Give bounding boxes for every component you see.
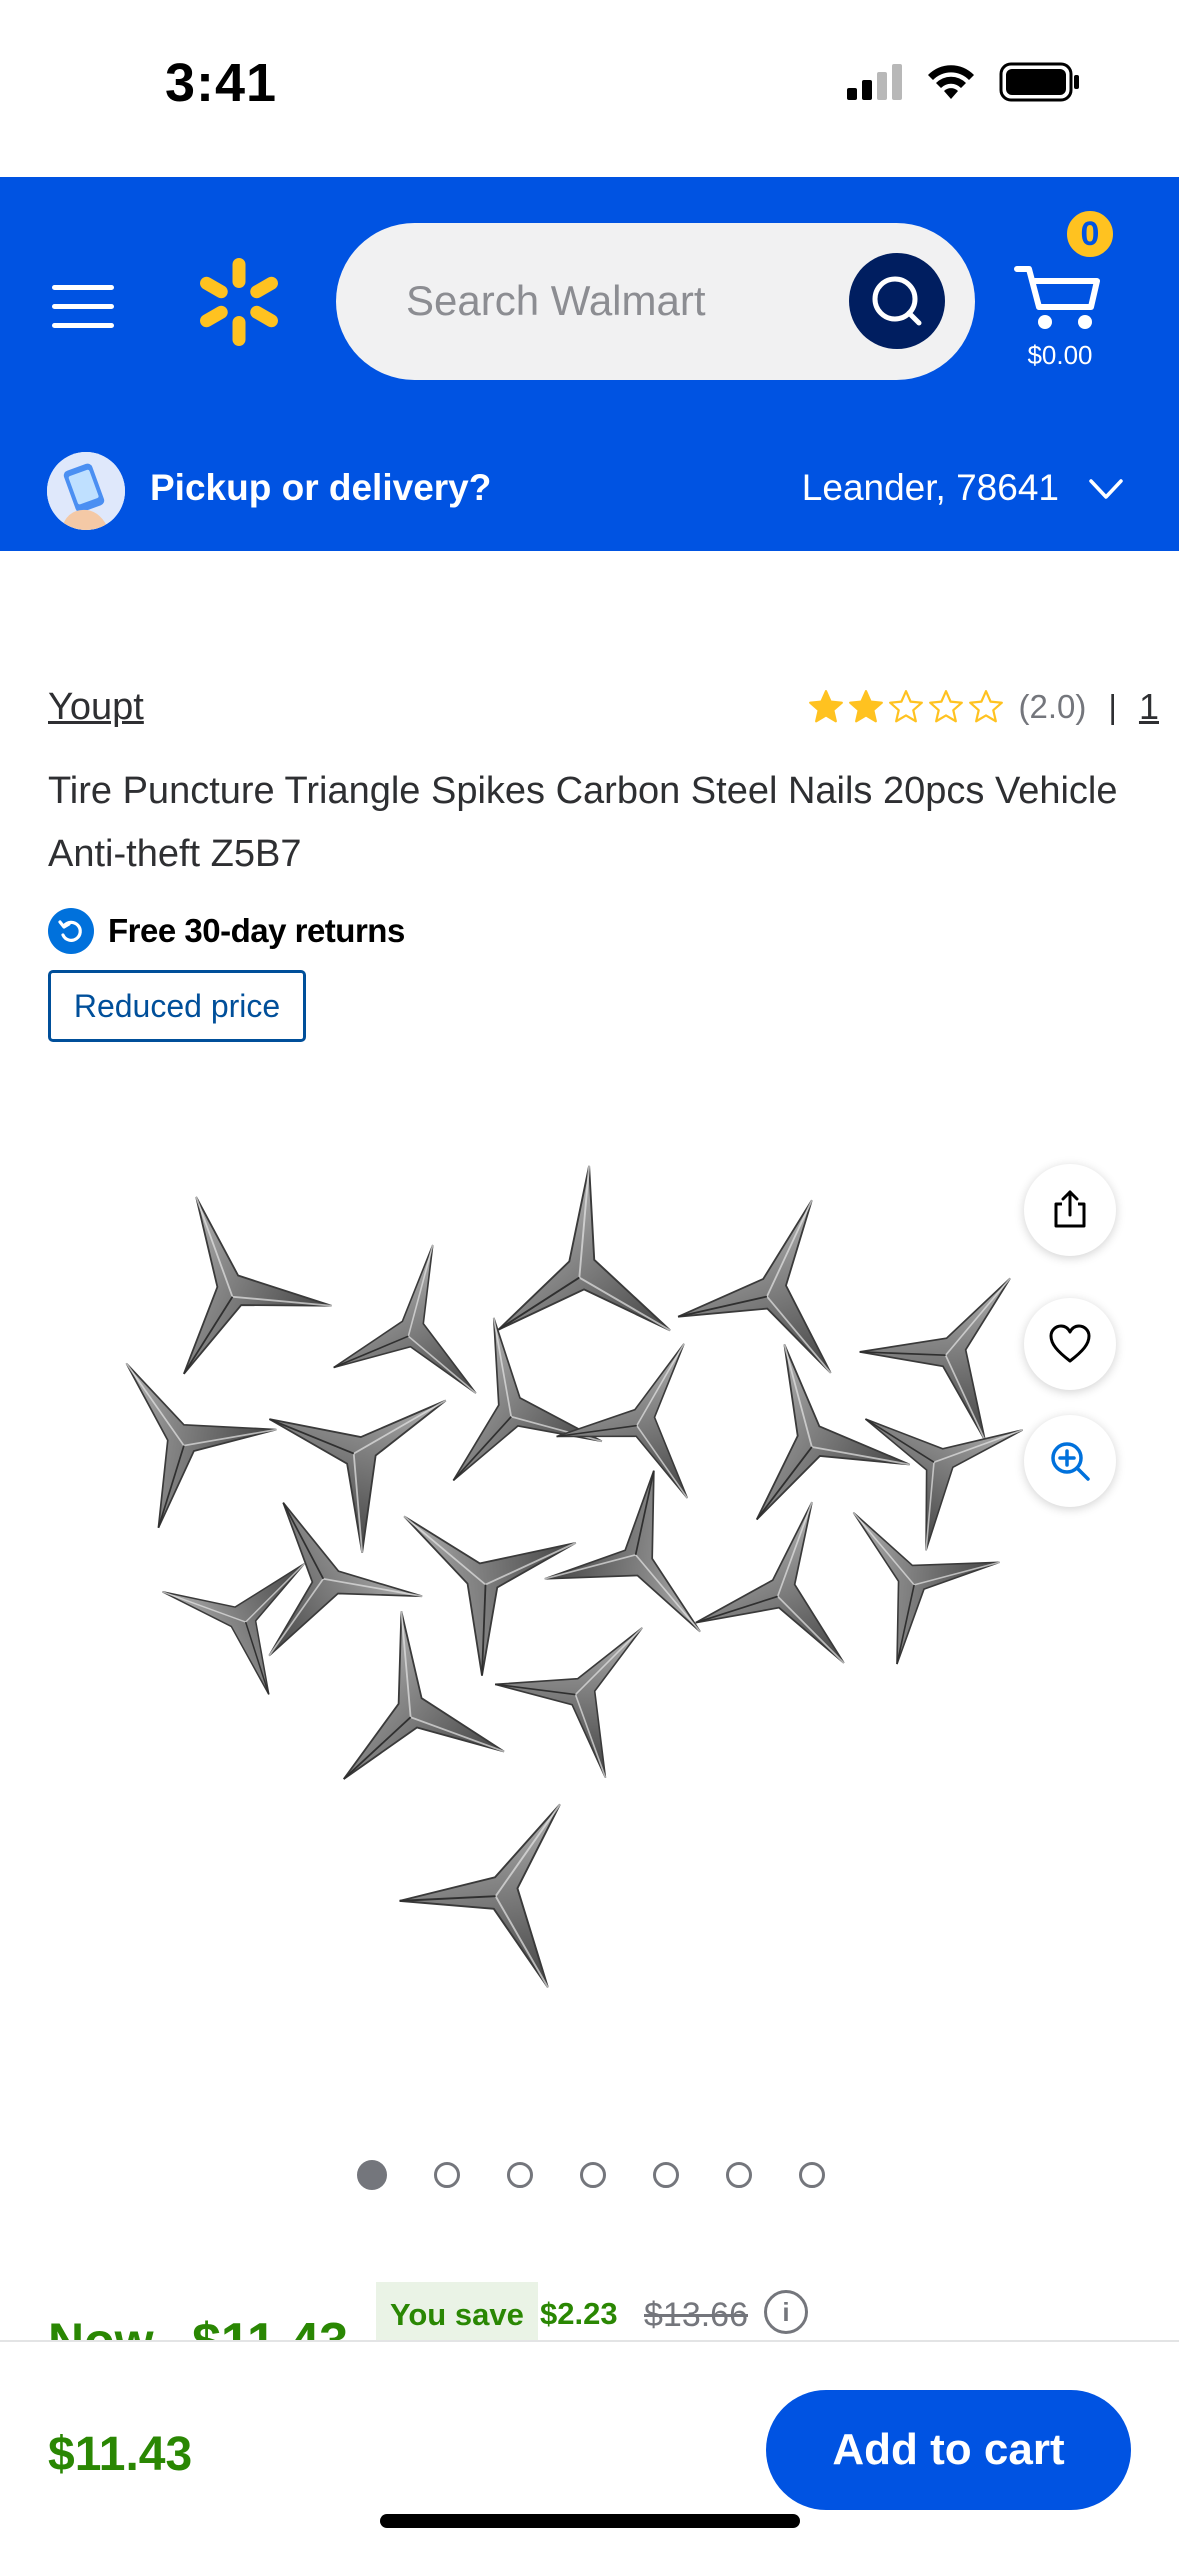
rating-summary[interactable]: (2.0) | 1 xyxy=(807,686,1159,728)
battery-icon xyxy=(999,62,1079,102)
home-indicator[interactable] xyxy=(380,2514,800,2528)
menu-button[interactable] xyxy=(48,277,118,337)
save-amount: $2.23 xyxy=(540,2296,618,2331)
search-icon xyxy=(872,276,922,326)
free-returns-label: Free 30-day returns xyxy=(108,912,405,949)
search-input[interactable] xyxy=(406,263,826,339)
product-image[interactable] xyxy=(80,1150,1080,2020)
free-returns: Free 30-day returns xyxy=(48,908,405,954)
carousel-dot[interactable] xyxy=(580,2162,606,2188)
menu-line-icon xyxy=(52,285,114,290)
carousel-dot[interactable] xyxy=(653,2162,679,2188)
menu-line-icon xyxy=(52,323,114,328)
pickup-delivery-selector[interactable]: Pickup or delivery? Leander, 78641 xyxy=(0,427,1179,551)
menu-line-icon xyxy=(52,304,114,309)
bottom-price: $11.43 xyxy=(48,2428,193,2481)
carousel-dot[interactable] xyxy=(799,2162,825,2188)
star-empty-icon xyxy=(968,690,1003,723)
you-save-badge: You save xyxy=(376,2282,538,2344)
star-empty-icon xyxy=(888,690,923,723)
carousel-dot[interactable] xyxy=(434,2162,460,2188)
cart-count-badge: 0 xyxy=(1063,207,1117,261)
favorite-button[interactable] xyxy=(1024,1298,1116,1390)
pickup-label: Pickup or delivery? xyxy=(150,467,492,508)
location-label: Leander, 78641 xyxy=(801,467,1059,508)
info-icon[interactable]: i xyxy=(764,2290,808,2334)
share-button[interactable] xyxy=(1024,1164,1116,1256)
star-filled-icon xyxy=(808,690,843,723)
status-bar: 3:41 xyxy=(0,0,1179,177)
carousel-dot[interactable] xyxy=(726,2162,752,2188)
was-price: $13.66 xyxy=(644,2296,748,2334)
cart-total: $0.00 xyxy=(1027,340,1093,370)
chevron-down-icon xyxy=(1089,479,1123,499)
status-icons xyxy=(847,62,1081,102)
cellular-signal-icon xyxy=(847,64,902,100)
heart-icon xyxy=(1049,1324,1091,1363)
wifi-icon xyxy=(928,65,974,99)
search-bar xyxy=(336,223,975,380)
return-arrow-icon xyxy=(48,908,94,954)
star-rating xyxy=(807,688,1005,726)
reduced-price-badge: Reduced price xyxy=(48,970,306,1042)
carousel-dot[interactable] xyxy=(507,2162,533,2188)
search-button[interactable] xyxy=(849,253,945,349)
share-icon xyxy=(1054,1190,1086,1228)
brand-link[interactable]: Youpt xyxy=(48,686,144,729)
header: 0 $0.00 Pickup or delivery? Leander, 786… xyxy=(0,177,1179,551)
product-title: Tire Puncture Triangle Spikes Carbon Ste… xyxy=(48,770,1118,875)
zoom-in-icon xyxy=(1051,1442,1090,1481)
status-time: 3:41 xyxy=(165,53,278,113)
walmart-spark-logo[interactable] xyxy=(198,257,280,347)
carousel-dot[interactable] xyxy=(357,2160,387,2190)
star-filled-icon xyxy=(848,690,883,723)
star-empty-icon xyxy=(928,690,963,723)
review-count-link[interactable]: 1 xyxy=(1139,686,1159,728)
price-row: Now $11.43 You save $2.23 $13.66 i xyxy=(0,2270,1179,2344)
pickup-illustration-icon xyxy=(47,452,125,530)
zoom-button[interactable] xyxy=(1024,1415,1116,1507)
rating-separator: | xyxy=(1108,688,1117,725)
add-to-cart-button[interactable]: Add to cart xyxy=(766,2390,1131,2510)
image-carousel-dots xyxy=(357,2160,825,2190)
cart-button[interactable]: 0 $0.00 xyxy=(1005,207,1117,370)
spike-group xyxy=(80,1158,1077,2000)
rating-value: (2.0) xyxy=(1018,688,1087,725)
